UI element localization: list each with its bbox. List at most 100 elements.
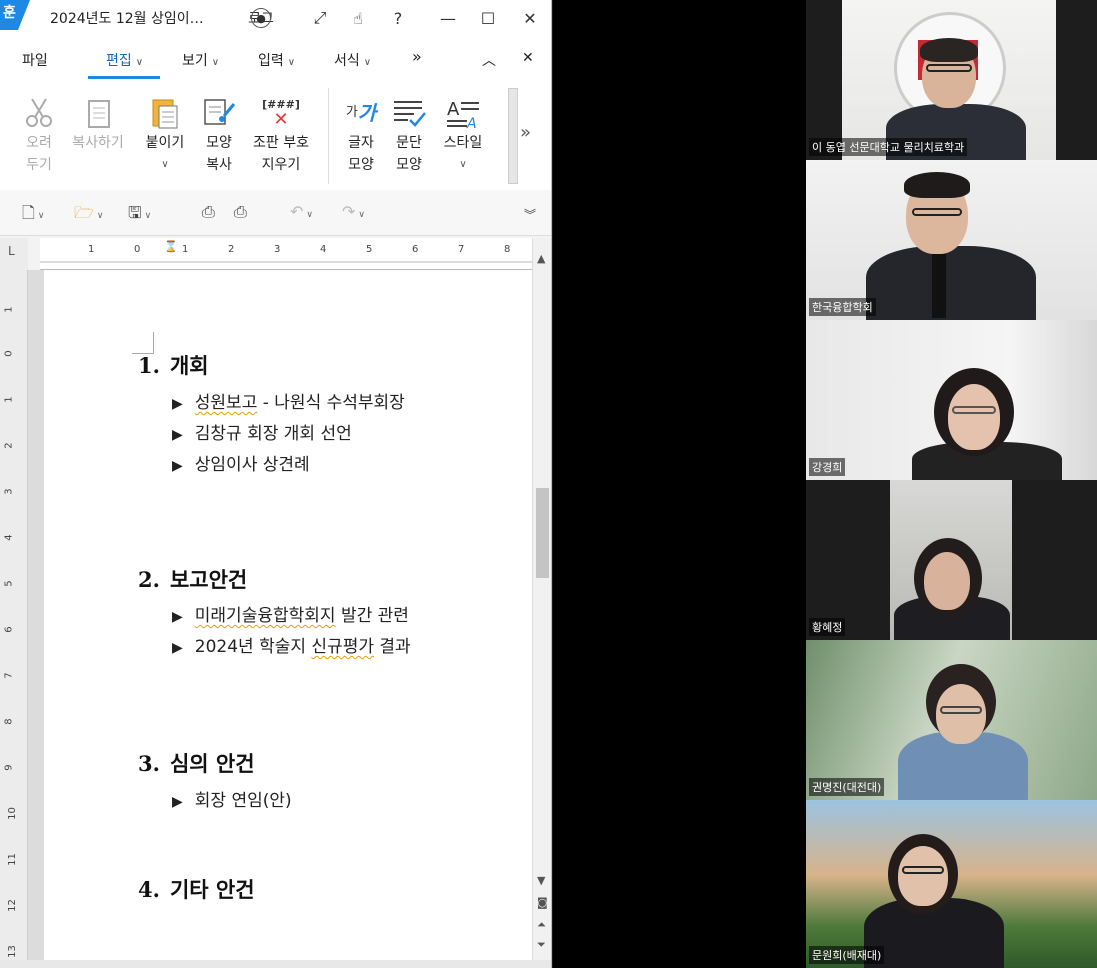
glasses-shape [952,406,996,414]
menu-bar: 파일 편집 ∨ 보기 ∨ 입력 ∨ 서식 ∨ » ︿ ✕ [0,36,551,82]
participant-tile[interactable]: 강경희 [806,320,1097,480]
undo-button[interactable]: ↶ ∨ [290,202,313,221]
section-title: 기타 안건 [169,877,255,902]
print-button[interactable]: ⎙ [202,202,215,222]
ruler-v-tick: 10 [6,807,18,820]
participant-name: 권명진(대전대) [809,778,885,796]
section-title: 개회 [169,353,209,378]
scroll-thumb[interactable] [536,488,549,578]
copy-button[interactable]: 복사하기 [66,94,130,154]
prev-page-icon[interactable]: ⏶ [537,918,546,932]
login-button[interactable]: ● 로그 [232,3,290,33]
cut-button[interactable]: 오려 두기 [16,94,62,176]
toolbar-expand-icon[interactable]: ︾ [524,206,536,223]
cut-label-1: 오려 [26,135,52,151]
clear-codes-icon: [###] ✕ [262,97,300,130]
page-select-icon[interactable]: ◙ [537,896,548,909]
char-shape-button[interactable]: 가가 글자 모양 [340,94,382,176]
clear-codes-label-2: 지우기 [261,157,301,173]
participant-name: 황혜정 [809,618,846,636]
menu-file[interactable]: 파일 [22,50,48,70]
document-page[interactable]: 1. 개회 ▶ 성원보고 - 나원식 수석부회장 ▶ 김창규 회장 개회 선언 ▶ 상임… [44,270,532,960]
char-shape-label-1: 글자 [348,135,374,151]
chevron-down-icon: ∨ [37,211,45,221]
para-shape-button[interactable]: 문단 모양 [388,94,430,176]
help-icon[interactable]: ? [384,3,412,33]
vertical-ruler[interactable]: 1 0 1 2 3 4 5 6 7 8 9 10 11 12 13 [0,270,28,960]
close-ribbon-icon[interactable]: ✕ [522,50,534,66]
hair-shape [904,172,970,198]
ruler-v-tick: 13 [6,945,18,958]
glasses-shape [940,706,982,714]
cut-label-2: 두기 [26,157,52,173]
new-document-icon: 🗋 [22,203,35,222]
app-logo[interactable]: 훈 [0,0,30,30]
participant-tile[interactable]: 한국융합학회 [806,160,1097,320]
menu-insert[interactable]: 입력 ∨ [258,50,295,70]
scissors-icon [16,94,62,132]
item-text: 2024년 학술지 [194,637,312,657]
scroll-up-icon[interactable]: ▲ [537,252,545,265]
section-heading: 4. 기타 안건 [138,874,255,904]
style-button[interactable]: AA 스타일 ∨ [438,94,488,176]
participant-tile[interactable]: 이 동엽 선문대학교 물리치료학과 [806,0,1097,160]
ruler-v-tick: 3 [3,488,15,495]
menu-more-icon[interactable]: » [412,47,422,66]
indent-marker-icon[interactable]: ⌛ [164,240,178,253]
chevron-down-icon: ∨ [459,159,467,170]
collapse-ribbon-icon[interactable]: ︿ [482,50,496,70]
horizontal-ruler[interactable]: 1 0 1 2 3 4 5 6 7 8 ⌛ [40,238,534,270]
ruler-v-tick: 12 [6,899,18,912]
item-text: 상임이사 상견례 [194,455,310,475]
section-title: 심의 안건 [169,751,255,776]
bullet-icon: ▶ [172,458,183,474]
list-item: ▶ 상임이사 상견례 [172,450,310,475]
save-button[interactable]: 🖫 ∨ [128,202,151,229]
participant-tile[interactable]: 황혜정 [806,480,1097,640]
horizontal-scrollbar[interactable] [0,960,551,968]
ruler-v-tick: 7 [3,672,15,679]
chevron-down-icon: ∨ [144,211,152,221]
ruler-v-tick: 4 [3,534,15,541]
next-page-icon[interactable]: ⏷ [537,938,546,952]
minimize-button[interactable]: — [434,3,462,33]
para-shape-label-1: 문단 [396,135,422,151]
list-item: ▶ 회장 연임(안) [172,786,292,811]
item-text-marked: 신규평가 [311,637,374,657]
char-shape-label-2: 모양 [348,157,374,173]
participant-tile[interactable]: 권명진(대전대) [806,640,1097,800]
menu-edit[interactable]: 편집 ∨ [106,50,143,70]
participant-name: 한국융합학회 [809,298,876,316]
tie-shape [932,252,946,318]
ribbon-more-icon[interactable]: » [520,122,531,143]
new-document-button[interactable]: 🗋 ∨ [22,202,44,229]
ruler-h-tick: 1 [182,244,189,255]
document-area[interactable]: 1. 개회 ▶ 성원보고 - 나원식 수석부회장 ▶ 김창규 회장 개회 선언 ▶ 상임… [28,270,532,960]
clear-codes-button[interactable]: [###] ✕ 조판 부호 지우기 [248,94,314,176]
scroll-down-icon[interactable]: ▼ [537,874,545,887]
ruler-h-tick: 2 [228,244,235,255]
format-painter-button[interactable]: 모양 복사 [196,94,242,176]
ruler-h-tick: 0 [134,244,141,255]
hand-icon[interactable]: ☝ [344,3,372,33]
ribbon-scroll[interactable] [508,88,518,184]
maximize-button[interactable]: ☐ [474,3,502,33]
ruler-h-tick: 5 [366,244,373,255]
undo-icon: ↶ [290,202,304,221]
open-button[interactable]: 🗁 ∨ [74,202,103,229]
vertical-scrollbar[interactable]: ▲ ▼ ◙ ⏶ ⏷ [532,238,551,960]
menu-view[interactable]: 보기 ∨ [182,50,219,70]
print-preview-icon: ⎙ [234,202,247,221]
expand-icon[interactable]: ⤢ [306,3,334,33]
quick-access-toolbar: 🗋 ∨ 🗁 ∨ 🖫 ∨ ⎙ ⎙ ↶ ∨ ↷ ∨ ︾ [0,190,551,236]
ruler-corner[interactable]: L [0,238,28,270]
redo-button[interactable]: ↷ ∨ [342,202,365,221]
ribbon: 오려 두기 복사하기 붙이기 ∨ 모양 복사 [###] ✕ 조판 부호 지우기… [0,82,551,190]
close-button[interactable]: ✕ [516,3,544,33]
participant-tile[interactable]: 문원희(배재대) [806,800,1097,968]
section-number: 1. [138,353,160,378]
menu-format[interactable]: 서식 ∨ [334,50,371,70]
paste-button[interactable]: 붙이기 ∨ [138,94,192,176]
ruler-v-tick: 2 [3,442,15,449]
print-preview-button[interactable]: ⎙ [234,202,247,222]
